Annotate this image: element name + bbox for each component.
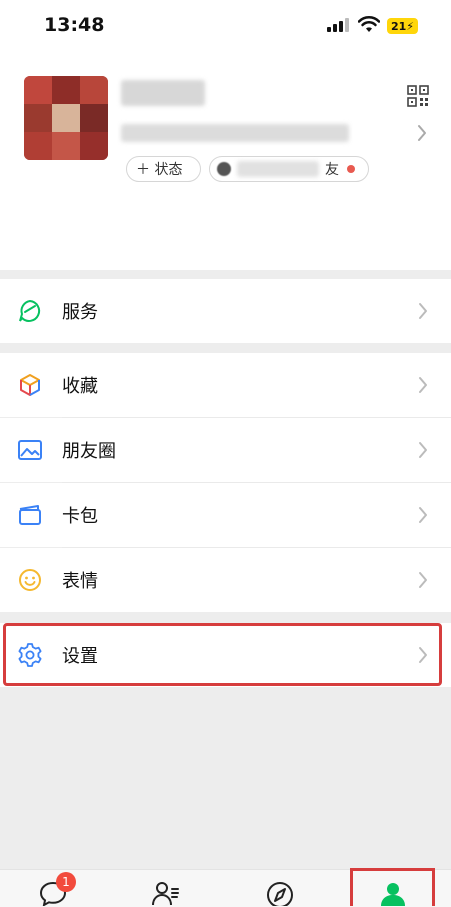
wechat-id-redacted bbox=[121, 124, 349, 142]
moments-label: 朋友圈 bbox=[62, 441, 116, 462]
friend-avatar bbox=[217, 162, 231, 176]
menu-item-services[interactable]: 服务 bbox=[0, 279, 451, 343]
battery-level: 21 bbox=[390, 19, 407, 33]
chevron-right-icon bbox=[419, 442, 427, 458]
wifi-icon bbox=[358, 16, 380, 32]
settings-highlight-annotation bbox=[3, 623, 442, 686]
chevron-right-icon bbox=[419, 507, 427, 523]
services-icon bbox=[19, 299, 41, 322]
avatar[interactable] bbox=[24, 76, 108, 160]
smiley-icon bbox=[19, 569, 41, 591]
tab-contacts-icon[interactable] bbox=[150, 880, 180, 906]
chevron-right-icon bbox=[419, 572, 427, 588]
favorites-cube-icon bbox=[20, 374, 40, 396]
services-label: 服务 bbox=[62, 302, 98, 323]
friends-suffix: 友 bbox=[325, 162, 339, 178]
unread-dot bbox=[347, 165, 355, 173]
wallet-icon bbox=[19, 505, 41, 525]
friends-text-redacted bbox=[237, 161, 319, 177]
stickers-label: 表情 bbox=[62, 571, 98, 592]
menu-item-moments[interactable]: 朋友圈 bbox=[0, 418, 451, 482]
favorites-label: 收藏 bbox=[62, 376, 98, 397]
friends-status-pill[interactable]: 友 bbox=[209, 156, 369, 182]
menu-item-favorites[interactable]: 收藏 bbox=[0, 353, 451, 417]
status-button-label: ＋ 状态 bbox=[136, 162, 183, 178]
menu-item-cards[interactable]: 卡包 bbox=[0, 483, 451, 547]
me-tab-highlight-annotation bbox=[350, 868, 435, 906]
chats-unread-badge: 1 bbox=[56, 872, 76, 892]
chevron-right-icon bbox=[419, 377, 427, 393]
cards-label: 卡包 bbox=[62, 506, 98, 527]
chevron-right-icon[interactable] bbox=[414, 122, 430, 144]
chevron-right-icon bbox=[419, 303, 427, 319]
status-time: 13:48 bbox=[44, 14, 105, 36]
qr-code-icon[interactable] bbox=[406, 84, 430, 108]
signal-icon bbox=[327, 18, 349, 32]
status-button[interactable]: ＋ 状态 bbox=[126, 156, 201, 182]
tab-discover-compass-icon[interactable] bbox=[265, 880, 295, 906]
nickname-redacted bbox=[121, 80, 205, 106]
moments-image-icon bbox=[18, 440, 42, 460]
menu-item-stickers[interactable]: 表情 bbox=[0, 548, 451, 612]
battery-indicator: 21 ⚡ bbox=[387, 18, 418, 34]
